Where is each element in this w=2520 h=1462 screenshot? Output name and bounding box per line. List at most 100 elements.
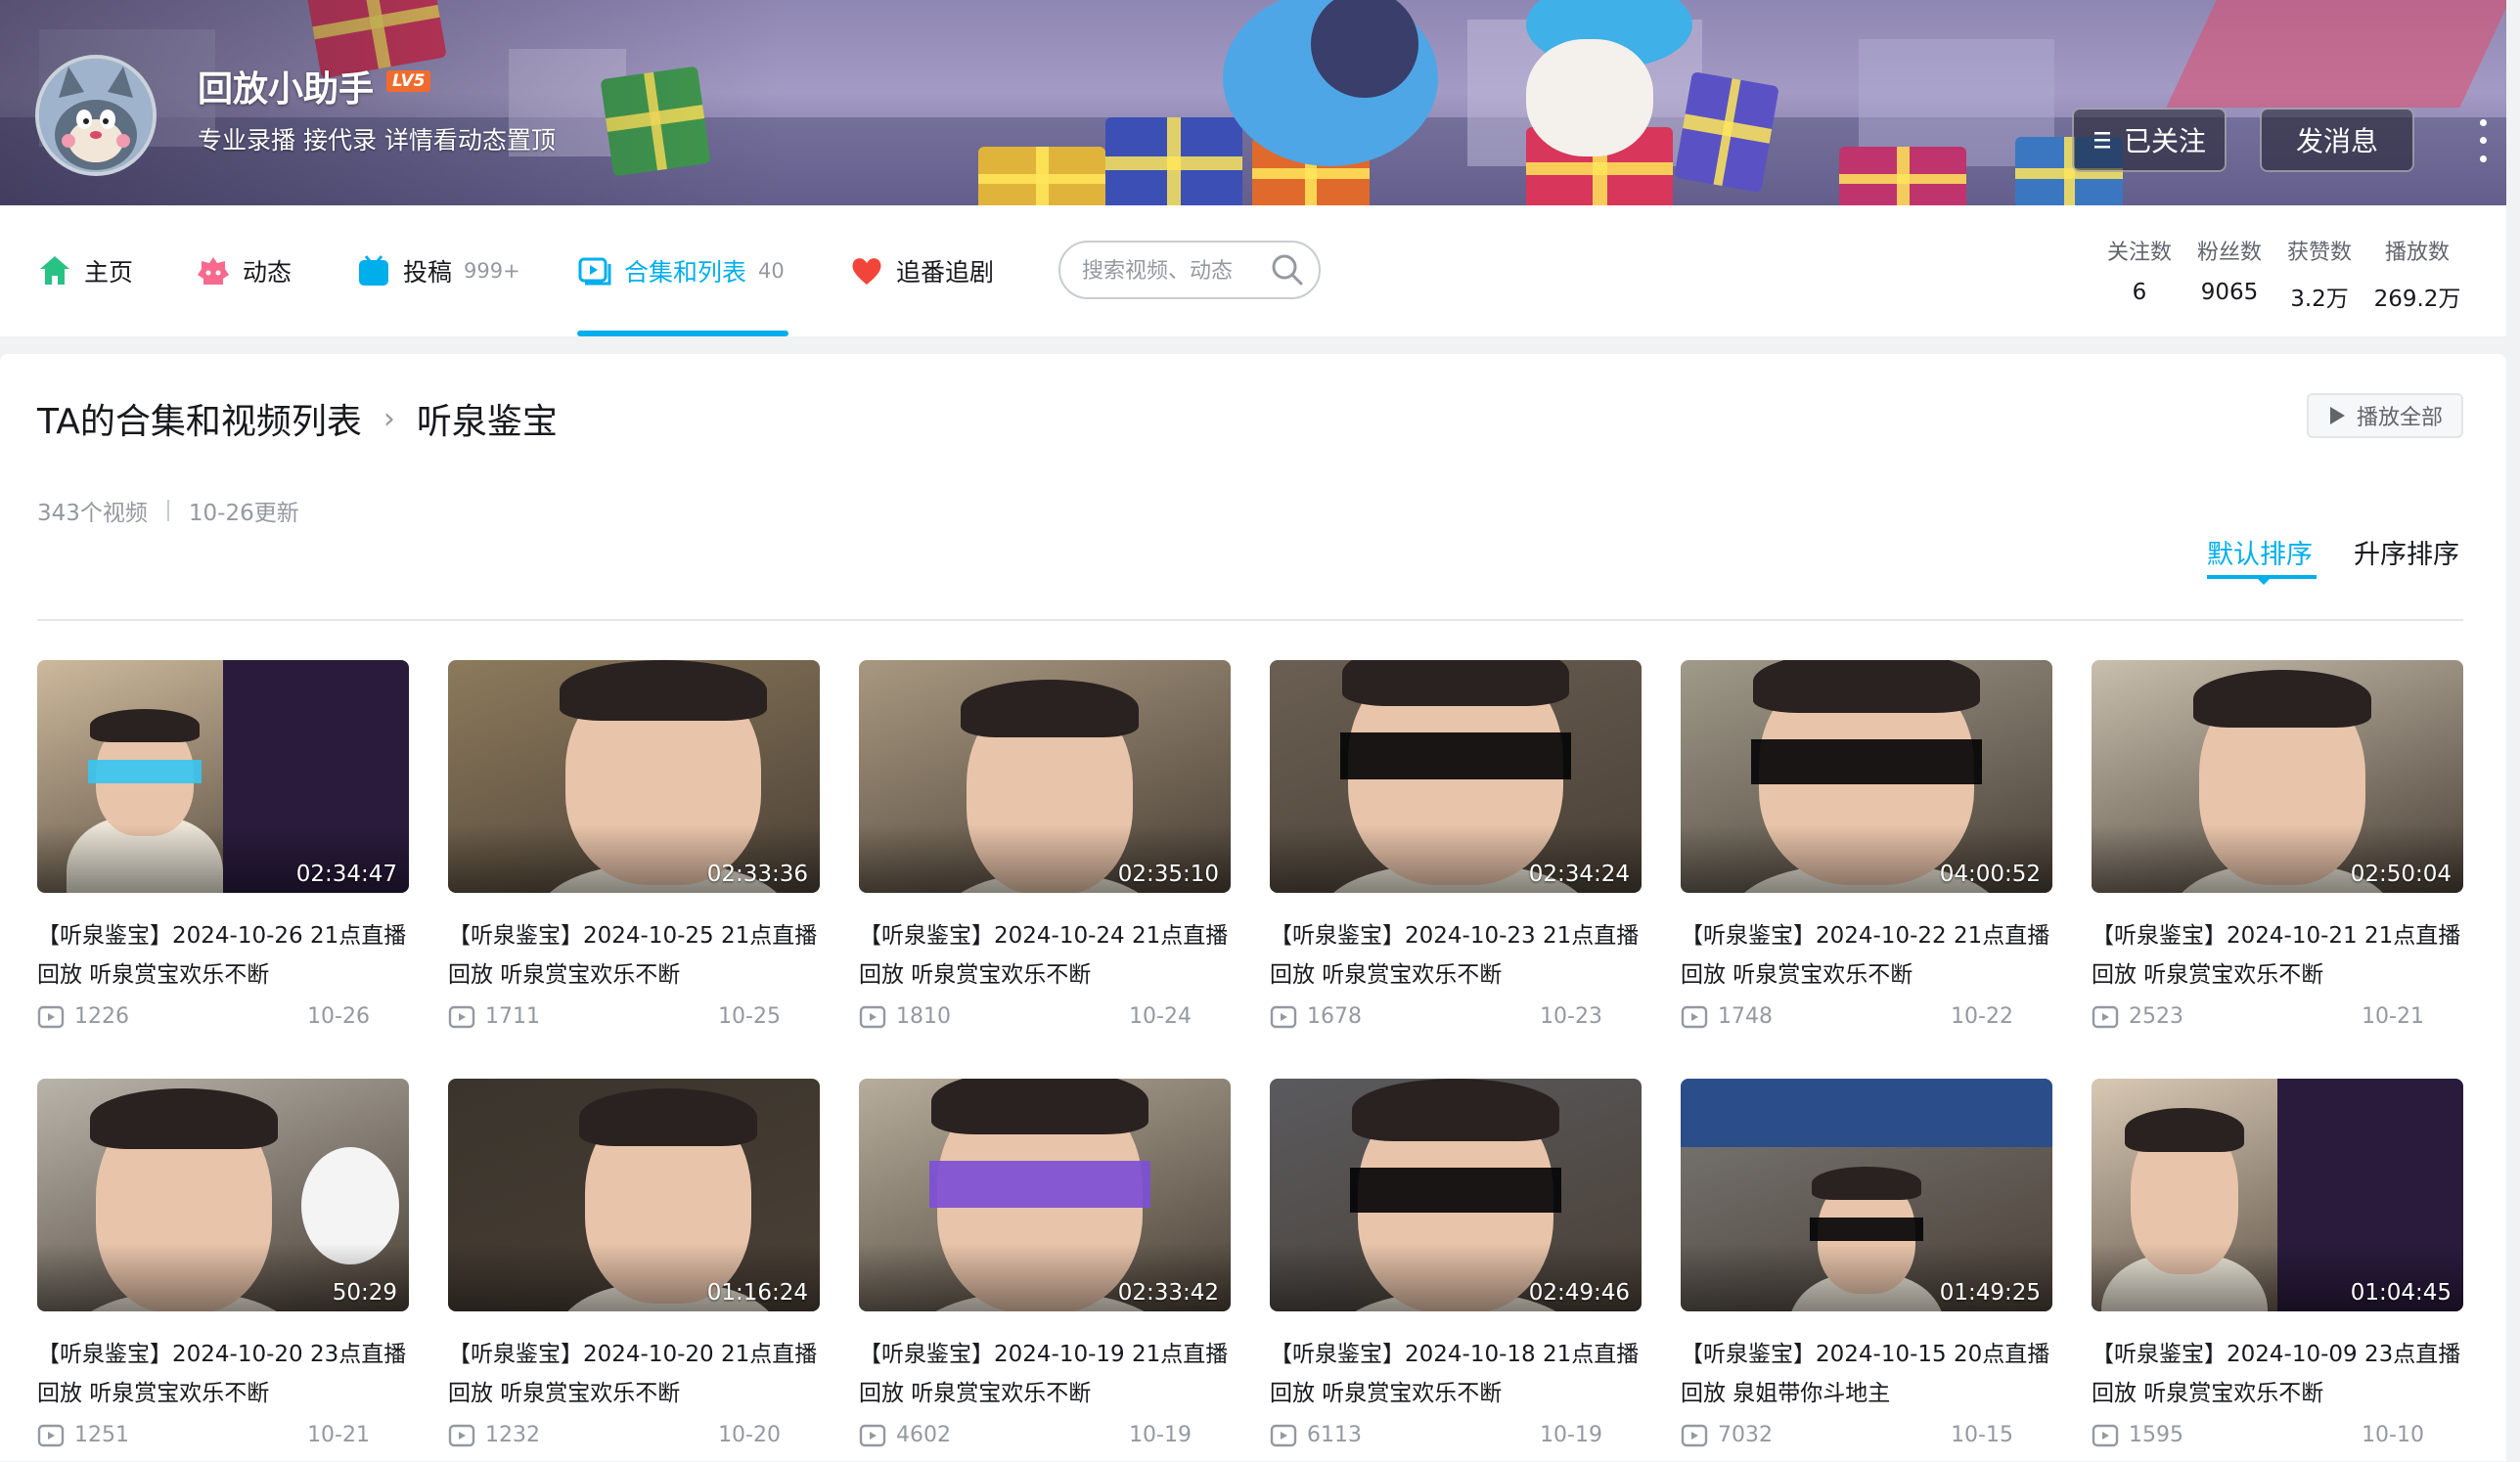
- video-title[interactable]: 【听泉鉴宝】2024-10-15 20点直播回放 泉姐带你斗地主: [1681, 1335, 2052, 1413]
- video-thumbnail[interactable]: 02:33:42: [859, 1079, 1231, 1311]
- sort-default-button[interactable]: 默认排序: [2207, 533, 2313, 571]
- video-duration: 02:49:46: [1528, 1280, 1630, 1306]
- video-duration: 02:50:04: [2350, 862, 2452, 887]
- video-thumbnail[interactable]: 50:29: [37, 1079, 409, 1311]
- tab-home-label: 主页: [84, 258, 134, 287]
- video-thumbnail[interactable]: 02:50:04: [2092, 660, 2463, 893]
- video-thumbnail[interactable]: 02:35:10: [859, 660, 1231, 893]
- video-title[interactable]: 【听泉鉴宝】2024-10-23 21点直播回放 听泉赏宝欢乐不断: [1270, 916, 1642, 995]
- play-icon: [2329, 407, 2345, 424]
- video-card[interactable]: 01:16:24 【听泉鉴宝】2024-10-20 21点直播回放 听泉赏宝欢乐不…: [448, 1079, 820, 1462]
- video-date: 10-22: [1951, 1004, 2013, 1029]
- video-thumbnail[interactable]: 02:49:46: [1270, 1079, 1642, 1311]
- video-title[interactable]: 【听泉鉴宝】2024-10-20 21点直播回放 听泉赏宝欢乐不断: [448, 1335, 820, 1413]
- video-play-count: 1810: [859, 1004, 951, 1029]
- tab-dynamic[interactable]: 动态: [196, 205, 292, 336]
- video-thumbnail[interactable]: 02:34:24: [1270, 660, 1642, 893]
- video-play-count: 1251: [37, 1423, 129, 1447]
- avatar[interactable]: [35, 55, 157, 176]
- video-title[interactable]: 【听泉鉴宝】2024-10-09 23点直播回放 听泉赏宝欢乐不断: [2092, 1335, 2463, 1413]
- play-count-value: 1595: [2129, 1423, 2183, 1447]
- play-count-value: 1748: [1718, 1004, 1773, 1029]
- followed-label: 已关注: [2123, 125, 2206, 157]
- active-tab-indicator: [577, 331, 788, 336]
- tab-uploads-label: 投稿: [403, 258, 453, 287]
- video-thumbnail[interactable]: 04:00:52: [1681, 660, 2052, 893]
- tab-home[interactable]: 主页: [37, 205, 133, 336]
- collection-icon: [578, 257, 611, 286]
- video-card[interactable]: 02:34:24 【听泉鉴宝】2024-10-23 21点直播回放 听泉赏宝欢乐不…: [1270, 660, 1642, 1043]
- video-count: 343个视频: [37, 501, 148, 526]
- tab-collections[interactable]: 合集和列表 40: [577, 205, 785, 336]
- play-count-value: 6113: [1307, 1423, 1362, 1447]
- video-card[interactable]: 50:29 【听泉鉴宝】2024-10-20 23点直播回放 听泉赏宝欢乐不断 12…: [37, 1079, 409, 1462]
- user-signature: 专业录播 接代录 详情看动态置顶: [198, 126, 556, 155]
- tab-uploads[interactable]: 投稿 999+: [356, 205, 520, 336]
- sort-active-indicator: [2207, 575, 2317, 585]
- play-count-icon: [1681, 1424, 1708, 1446]
- update-date: 10-26更新: [188, 501, 299, 526]
- video-date: 10-10: [2362, 1423, 2424, 1447]
- video-play-count: 1748: [1681, 1004, 1773, 1029]
- video-play-count: 1232: [448, 1423, 540, 1447]
- tab-bangumi[interactable]: 追番追剧: [849, 205, 994, 336]
- video-duration: 02:34:24: [1528, 862, 1630, 887]
- video-card[interactable]: 02:34:47 【听泉鉴宝】2024-10-26 21点直播回放 听泉赏宝欢乐不…: [37, 660, 409, 1043]
- video-thumbnail[interactable]: 01:04:45: [2092, 1079, 2463, 1311]
- video-card[interactable]: 01:49:25 【听泉鉴宝】2024-10-15 20点直播回放 泉姐带你斗地主…: [1681, 1079, 2052, 1462]
- video-title[interactable]: 【听泉鉴宝】2024-10-21 21点直播回放 听泉赏宝欢乐不断: [2092, 916, 2463, 995]
- video-card[interactable]: 02:33:36 【听泉鉴宝】2024-10-25 21点直播回放 听泉赏宝欢乐不…: [448, 660, 820, 1043]
- video-card[interactable]: 02:49:46 【听泉鉴宝】2024-10-18 21点直播回放 听泉赏宝欢乐不…: [1270, 1079, 1642, 1462]
- video-thumbnail[interactable]: 01:16:24: [448, 1079, 820, 1311]
- profile-banner: 回放小助手 LV5 专业录播 接代录 详情看动态置顶 已关注 发消息: [0, 0, 2506, 205]
- video-title[interactable]: 【听泉鉴宝】2024-10-25 21点直播回放 听泉赏宝欢乐不断: [448, 916, 820, 995]
- video-duration: 04:00:52: [1939, 862, 2041, 887]
- play-count-value: 7032: [1718, 1423, 1773, 1447]
- video-date: 10-20: [718, 1423, 781, 1447]
- play-count-icon: [37, 1424, 65, 1446]
- video-date: 10-15: [1951, 1423, 2013, 1447]
- video-card[interactable]: 02:33:42 【听泉鉴宝】2024-10-19 21点直播回放 听泉赏宝欢乐不…: [859, 1079, 1231, 1462]
- video-card[interactable]: 02:35:10 【听泉鉴宝】2024-10-24 21点直播回放 听泉赏宝欢乐不…: [859, 660, 1231, 1043]
- play-all-button[interactable]: 播放全部: [2307, 393, 2463, 438]
- followed-button[interactable]: 已关注: [2072, 108, 2227, 172]
- video-title[interactable]: 【听泉鉴宝】2024-10-19 21点直播回放 听泉赏宝欢乐不断: [859, 1335, 1231, 1413]
- video-title[interactable]: 【听泉鉴宝】2024-10-24 21点直播回放 听泉赏宝欢乐不断: [859, 916, 1231, 995]
- video-title[interactable]: 【听泉鉴宝】2024-10-20 23点直播回放 听泉赏宝欢乐不断: [37, 1335, 409, 1413]
- video-thumbnail[interactable]: 02:33:36: [448, 660, 820, 893]
- video-play-count: 1595: [2092, 1423, 2183, 1447]
- video-thumbnail[interactable]: 02:34:47: [37, 660, 409, 893]
- search-icon[interactable]: [1270, 252, 1305, 288]
- chevron-right-icon: ›: [382, 401, 395, 436]
- username[interactable]: 回放小助手: [198, 61, 374, 111]
- video-title[interactable]: 【听泉鉴宝】2024-10-22 21点直播回放 听泉赏宝欢乐不断: [1681, 916, 2052, 995]
- level-badge: LV5: [386, 70, 431, 92]
- space-search[interactable]: [1058, 241, 1321, 299]
- more-options-icon[interactable]: [2473, 113, 2493, 168]
- send-message-button[interactable]: 发消息: [2260, 108, 2414, 172]
- video-date: 10-26: [307, 1004, 370, 1029]
- video-card[interactable]: 01:04:45 【听泉鉴宝】2024-10-09 23点直播回放 听泉赏宝欢乐不…: [2092, 1079, 2463, 1462]
- video-title[interactable]: 【听泉鉴宝】2024-10-26 21点直播回放 听泉赏宝欢乐不断: [37, 916, 409, 995]
- stat-likes: 获赞数 3.2万: [2266, 235, 2373, 313]
- meta-divider: [166, 500, 169, 521]
- breadcrumb-root[interactable]: TA的合集和视频列表: [37, 393, 362, 444]
- sort-ascending-button[interactable]: 升序排序: [2354, 533, 2459, 571]
- video-card[interactable]: 04:00:52 【听泉鉴宝】2024-10-22 21点直播回放 听泉赏宝欢乐不…: [1681, 660, 2052, 1043]
- video-play-count: 1711: [448, 1004, 540, 1029]
- video-date: 10-19: [1129, 1423, 1192, 1447]
- video-thumbnail[interactable]: 01:49:25: [1681, 1079, 2052, 1311]
- divider: [37, 619, 2463, 621]
- page-title: 听泉鉴宝: [416, 402, 558, 442]
- stat-likes-label: 获赞数: [2286, 241, 2352, 265]
- stat-plays-label: 播放数: [2384, 241, 2450, 265]
- video-date: 10-21: [2362, 1004, 2424, 1029]
- video-duration: 02:34:47: [295, 862, 397, 887]
- video-date: 10-19: [1540, 1423, 1602, 1447]
- video-card[interactable]: 02:50:04 【听泉鉴宝】2024-10-21 21点直播回放 听泉赏宝欢乐不…: [2092, 660, 2463, 1043]
- home-icon: [40, 256, 69, 285]
- video-title[interactable]: 【听泉鉴宝】2024-10-18 21点直播回放 听泉赏宝欢乐不断: [1270, 1335, 1642, 1413]
- video-duration: 01:16:24: [706, 1280, 808, 1306]
- search-input[interactable]: [1080, 243, 1270, 299]
- video-duration: 02:35:10: [1117, 862, 1219, 887]
